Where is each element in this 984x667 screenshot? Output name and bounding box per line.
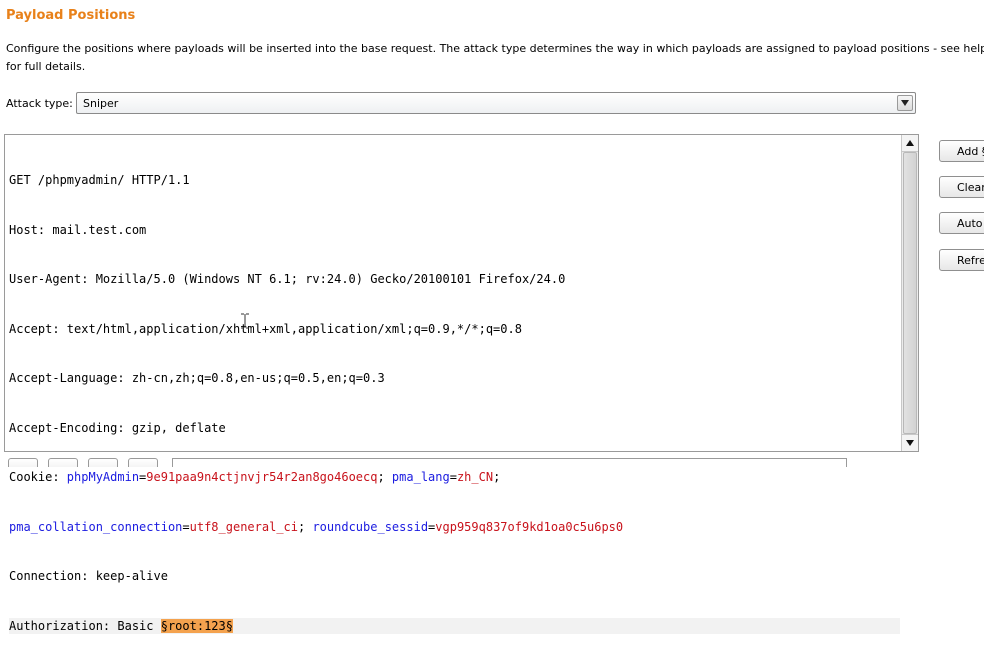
cookie-value: vgp959q837of9kd1oa0c5u6ps0 [435,519,624,534]
header-accept-language: Accept-Language: zh-cn,zh;q=0.8,en-us;q=… [9,371,385,385]
dropdown-arrow-icon[interactable] [897,95,913,111]
cookie-value: utf8_general_ci [189,519,298,534]
header-cookie-continued: pma_collation_connection=utf8_general_ci… [9,519,624,534]
section-description: Configure the positions where payloads w… [6,42,984,73]
text-cursor-icon [241,313,249,329]
previous-button[interactable] [48,458,78,467]
attack-type-label: Attack type: [6,97,73,110]
header-user-agent: User-Agent: Mozilla/5.0 (Windows NT 6.1;… [9,272,566,286]
header-accept-encoding: Accept-Encoding: gzip, deflate [9,420,226,435]
refresh-button[interactable]: Refresh [939,249,984,271]
header-cookie: Cookie: phpMyAdmin=9e91paa9n4ctjnvjr54r2… [9,470,501,484]
cookie-value: zh_CN [456,470,494,484]
payload-position-marker[interactable]: §root:123§ [160,618,233,633]
clear-markers-button[interactable]: Clear § [939,176,984,198]
editor-scrollbar[interactable] [901,135,918,451]
add-button[interactable] [88,458,118,467]
header-authorization: Authorization: Basic §root:123§ [9,617,900,634]
cookie-value: 9e91paa9n4ctjnvjr54r2an8go46oecq [146,470,378,484]
header-connection: Connection: keep-alive [9,569,168,583]
cookie-name: pma_collation_connection [9,519,183,534]
scrollbar-thumb[interactable] [903,152,917,434]
request-line: GET /phpmyadmin/ HTTP/1.1 [9,173,190,187]
search-bar [0,455,984,467]
scroll-up-icon[interactable] [902,135,918,152]
cookie-name: phpMyAdmin [66,470,140,484]
cookie-name: roundcube_sessid [312,519,429,534]
scroll-down-icon[interactable] [902,434,918,451]
auto-markers-button[interactable]: Auto § [939,212,984,234]
header-accept: Accept: text/html,application/xhtml+xml,… [9,321,522,336]
header-host: Host: mail.test.com [9,222,147,237]
search-input[interactable] [172,458,847,467]
section-title: Payload Positions [6,8,136,23]
request-text[interactable]: GET /phpmyadmin/ HTTP/1.1 Host: mail.tes… [9,139,900,667]
cookie-name: pma_lang [391,470,450,484]
add-marker-button[interactable]: Add § [939,140,984,162]
attack-type-select[interactable]: Sniper [76,92,916,114]
next-button[interactable] [128,458,158,467]
help-button[interactable] [8,458,38,467]
attack-type-value: Sniper [83,97,119,110]
request-editor[interactable]: GET /phpmyadmin/ HTTP/1.1 Host: mail.tes… [4,134,919,634]
